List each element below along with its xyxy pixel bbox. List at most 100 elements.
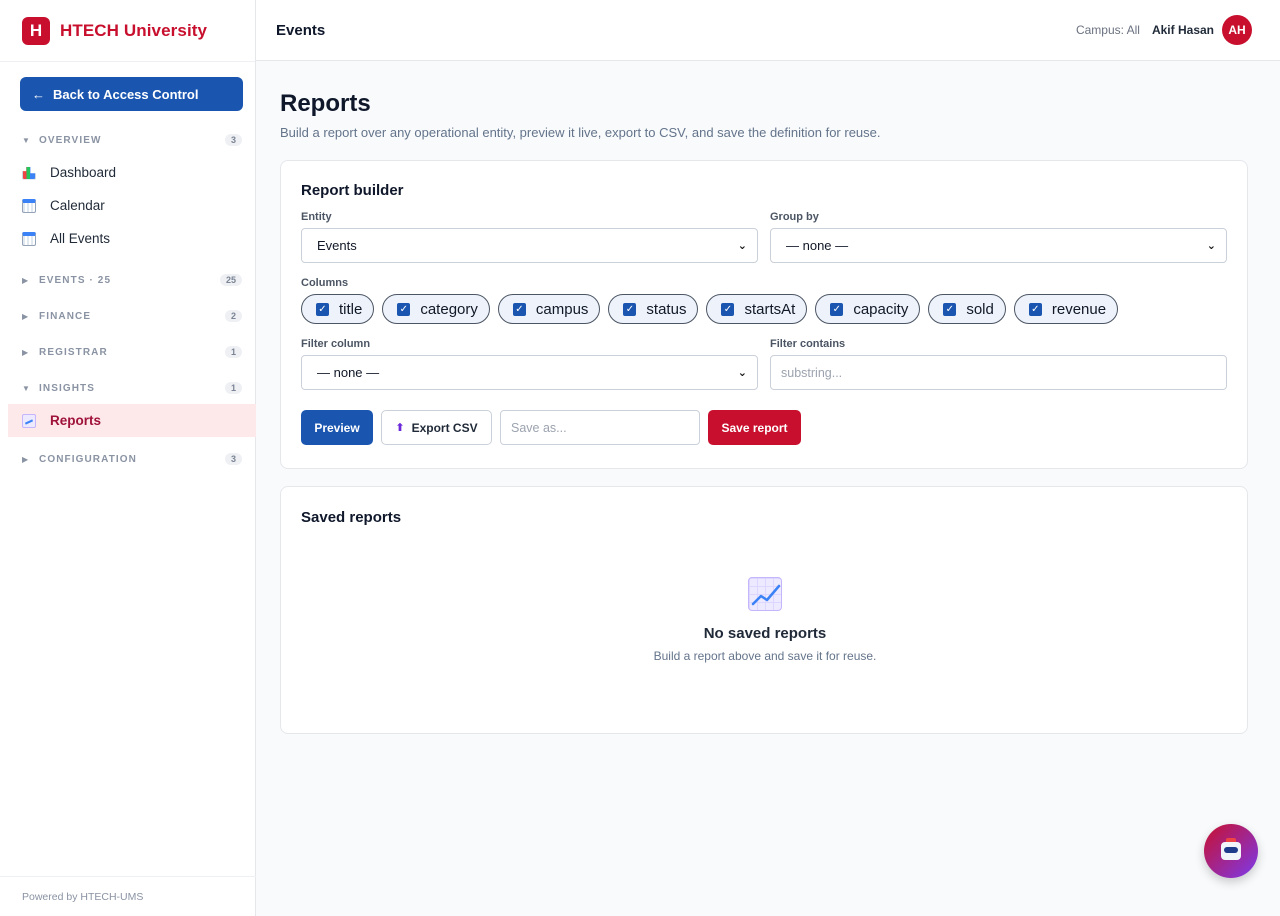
entity-select[interactable]: Events ⌄ (301, 228, 758, 263)
back-to-access-control-button[interactable]: ← Back to Access Control (20, 77, 243, 111)
checkbox-checked-icon[interactable]: ✓ (830, 302, 844, 316)
empty-subtitle: Build a report above and save it for reu… (653, 649, 877, 663)
column-chip-category[interactable]: ✓ category (382, 294, 490, 324)
filter-column-select[interactable]: — none — ⌄ (301, 355, 758, 390)
section-label: CONFIGURATION (39, 453, 137, 465)
sidebar-item-label: Dashboard (50, 165, 117, 180)
checkbox-checked-icon[interactable]: ✓ (943, 302, 957, 316)
save-as-input[interactable]: Save as... (500, 410, 700, 445)
line-chart-icon (22, 413, 36, 428)
card-title: Saved reports (301, 509, 402, 526)
user-name[interactable]: Akif Hasan (1152, 23, 1214, 37)
section-label: EVENTS · 25 (39, 274, 112, 286)
checkbox-checked-icon[interactable]: ✓ (721, 302, 735, 316)
main-content: Reports Build a report over any operatio… (280, 61, 1248, 734)
report-builder-card: Report builder Entity Events ⌄ Group by … (280, 160, 1248, 469)
export-csv-button[interactable]: ⬆ Export CSV (381, 410, 492, 445)
column-chip-campus[interactable]: ✓ campus (497, 294, 601, 324)
caret-down-icon: ▼ (22, 135, 32, 145)
section-label: OVERVIEW (39, 134, 102, 146)
checkbox-checked-icon[interactable]: ✓ (1028, 302, 1042, 316)
sidebar-item-label: Calendar (50, 198, 105, 213)
filter-contains-input[interactable]: substring... (770, 355, 1227, 390)
entity-label: Entity (301, 211, 332, 223)
group-by-value: — none — (786, 238, 849, 253)
column-chip-revenue[interactable]: ✓ revenue (1013, 294, 1119, 324)
section-finance[interactable]: ▶ FINANCE 2 (0, 300, 256, 332)
section-count: 25 (219, 274, 242, 286)
assistant-bot-button[interactable] (1204, 824, 1258, 878)
empty-title: No saved reports (703, 625, 827, 642)
brand[interactable]: H HTECH University (0, 0, 255, 62)
calendar-icon (22, 231, 36, 246)
column-chip-sold[interactable]: ✓ sold (928, 294, 1006, 324)
filter-column-value: — none — (317, 365, 380, 380)
checkbox-checked-icon[interactable]: ✓ (512, 302, 526, 316)
empty-state: No saved reports Build a report above an… (281, 577, 1249, 663)
save-report-button[interactable]: Save report (708, 410, 801, 445)
group-by-label: Group by (770, 211, 819, 223)
caret-right-icon: ▶ (22, 311, 30, 321)
section-count: 2 (224, 310, 242, 322)
section-registrar[interactable]: ▶ REGISTRAR 1 (0, 336, 256, 368)
section-label: REGISTRAR (39, 346, 108, 358)
chip-label: category (420, 300, 478, 318)
chevron-down-icon: ⌄ (737, 367, 747, 379)
campus-selector[interactable]: Campus: All (1076, 23, 1140, 37)
sidebar-item-reports[interactable]: Reports (8, 404, 256, 437)
section-insights[interactable]: ▼ INSIGHTS 1 (0, 372, 256, 404)
page-title: Reports (280, 90, 371, 117)
robot-icon (1221, 838, 1241, 860)
bar-chart-icon (22, 166, 36, 180)
section-count: 3 (224, 453, 242, 465)
arrow-left-icon: ← (32, 86, 45, 102)
section-count: 1 (224, 346, 242, 358)
chevron-down-icon: ⌄ (1206, 240, 1216, 252)
column-chip-status[interactable]: ✓ status (608, 294, 699, 324)
page-subtitle: Build a report over any operational enti… (280, 125, 881, 140)
brand-logo-icon: H (22, 16, 50, 45)
sidebar-item-dashboard[interactable]: Dashboard (0, 156, 256, 189)
group-by-select[interactable]: — none — ⌄ (770, 228, 1227, 263)
card-title: Report builder (301, 182, 404, 199)
sidebar-nav: ▼ OVERVIEW 3 Dashboard Calendar All Even… (0, 124, 256, 475)
columns-chips: ✓ title ✓ category ✓ campus ✓ status ✓ starts… (301, 294, 1227, 324)
sidebar-item-label: Reports (50, 413, 102, 428)
filter-column-label: Filter column (301, 338, 371, 350)
chip-label: campus (535, 300, 589, 318)
caret-down-icon: ▼ (22, 383, 32, 393)
chip-label: status (646, 300, 687, 318)
chevron-down-icon: ⌄ (737, 240, 747, 252)
column-chip-title[interactable]: ✓ title (301, 294, 375, 324)
section-overview[interactable]: ▼ OVERVIEW 3 (0, 124, 256, 156)
line-chart-icon (748, 577, 782, 611)
avatar[interactable]: AH (1222, 15, 1252, 45)
checkbox-checked-icon[interactable]: ✓ (623, 302, 637, 316)
entity-value: Events (317, 238, 357, 253)
sidebar-item-calendar[interactable]: Calendar (0, 189, 256, 222)
chip-label: title (339, 300, 363, 318)
sidebar-item-label: All Events (50, 231, 111, 246)
upload-icon: ⬆ (395, 422, 405, 434)
columns-label: Columns (301, 277, 349, 289)
column-chip-capacity[interactable]: ✓ capacity (815, 294, 921, 324)
header-title: Events (276, 21, 326, 39)
caret-right-icon: ▶ (22, 347, 30, 357)
section-events[interactable]: ▶ EVENTS · 25 25 (0, 264, 256, 296)
column-chip-startsat[interactable]: ✓ startsAt (706, 294, 808, 324)
back-button-label: Back to Access Control (53, 86, 199, 102)
brand-name: HTECH University (60, 20, 208, 40)
caret-right-icon: ▶ (22, 454, 30, 464)
powered-by: Powered by HTECH-UMS (0, 876, 256, 916)
chip-label: startsAt (744, 300, 796, 318)
checkbox-checked-icon[interactable]: ✓ (316, 302, 329, 316)
chip-label: sold (966, 300, 994, 318)
section-label: FINANCE (39, 310, 92, 322)
sidebar-item-all-events[interactable]: All Events (0, 222, 256, 255)
preview-button[interactable]: Preview (301, 410, 373, 445)
checkbox-checked-icon[interactable]: ✓ (397, 302, 411, 316)
section-count: 3 (224, 134, 242, 146)
export-label: Export CSV (411, 420, 478, 435)
section-count: 1 (224, 382, 242, 394)
section-configuration[interactable]: ▶ CONFIGURATION 3 (0, 443, 256, 475)
